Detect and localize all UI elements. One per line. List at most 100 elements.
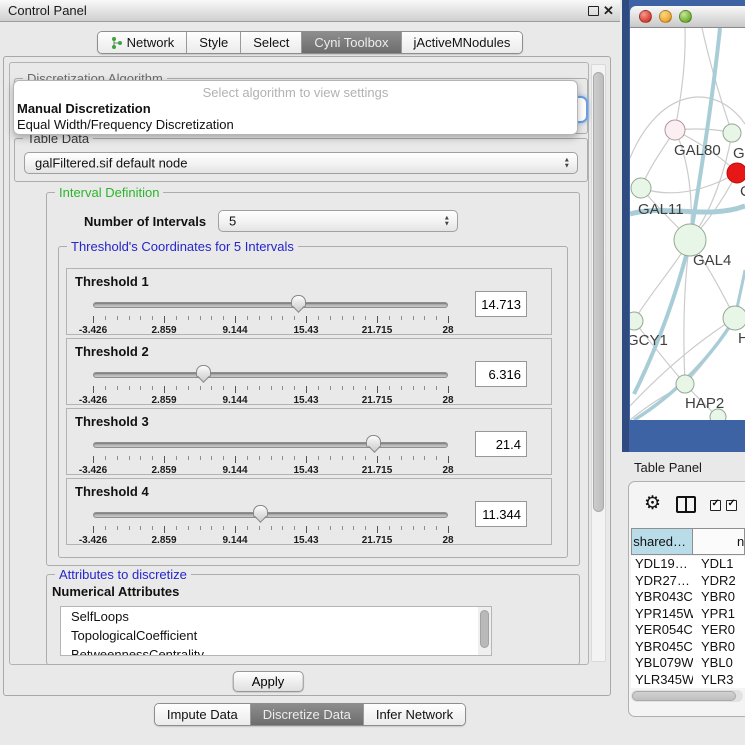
network-edge[interactable] <box>675 28 685 130</box>
table-row[interactable]: YDR27…YDR2 <box>631 573 745 590</box>
attributes-group-label: Attributes to discretize <box>55 567 191 582</box>
cell-name[interactable]: YPR1 <box>693 606 745 623</box>
mode-tab-label: Discretize Data <box>263 707 351 722</box>
numerical-attributes-list[interactable]: SelfLoopsTopologicalCoefficientBetweenne… <box>60 606 492 656</box>
scale-label: 9.144 <box>222 465 247 476</box>
cell-name[interactable]: YBR0 <box>693 589 745 606</box>
tick-mark <box>105 456 106 460</box>
GAL11-node[interactable] <box>631 178 651 198</box>
attribute-item-topologicalcoefficient[interactable]: TopologicalCoefficient <box>61 626 491 645</box>
table-row[interactable]: YBL079WYBL0 <box>631 655 745 672</box>
threshold-value-field-4[interactable] <box>475 501 527 527</box>
slider-track[interactable] <box>93 442 448 448</box>
number-of-intervals-value: 5 <box>229 214 236 229</box>
threshold-value-field-3[interactable] <box>475 431 527 457</box>
slider-scale-labels: -3.4262.8599.14415.4321.71528 <box>93 325 448 335</box>
algorithm-option-manual[interactable]: Manual Discretization <box>17 101 151 116</box>
cell-shared-name[interactable]: YDL19… <box>631 556 693 573</box>
slider-thumb[interactable] <box>253 505 268 518</box>
cell-name[interactable]: YDL1 <box>693 556 745 573</box>
tab-select[interactable]: Select <box>240 32 301 53</box>
mode-tab-discretize-data[interactable]: Discretize Data <box>250 704 363 725</box>
cell-shared-name[interactable]: YPR145W <box>631 606 693 623</box>
cell-name[interactable]: YER0 <box>693 622 745 639</box>
tick-mark <box>294 386 295 390</box>
cell-name[interactable]: YBL0 <box>693 655 745 672</box>
column-header-shared-name[interactable]: shared… <box>631 528 693 555</box>
table-data-combobox[interactable]: galFiltered.sif default node ▲▼ <box>24 152 578 174</box>
cell-name[interactable]: YDR2 <box>693 573 745 590</box>
table-row[interactable]: YER054CYER0 <box>631 622 745 639</box>
threshold-slider-3[interactable]: -3.4262.8599.14415.4321.71528 <box>93 435 448 473</box>
tick-mark <box>235 316 236 323</box>
tab-cyni-toolbox[interactable]: Cyni Toolbox <box>301 32 400 53</box>
threshold-value-field-1[interactable] <box>475 291 527 317</box>
tick-mark <box>164 316 165 323</box>
table-row[interactable]: YBR045CYBR0 <box>631 639 745 656</box>
tick-mark <box>294 316 295 320</box>
slider-thumb[interactable] <box>366 435 381 448</box>
threshold-slider-1[interactable]: -3.4262.8599.14415.4321.71528 <box>93 295 448 333</box>
GCY1-node[interactable] <box>630 312 643 330</box>
checkbox-icon[interactable] <box>710 500 721 511</box>
tab-jactivemnodules[interactable]: jActiveMNodules <box>401 32 523 53</box>
network-view-window[interactable]: GAL80GCGAL11GAL4GCY1HHAP2 <box>622 0 745 452</box>
tick-mark <box>282 456 283 460</box>
gear-icon[interactable]: ⚙ <box>644 492 661 515</box>
network-window-titlebar[interactable] <box>630 6 745 28</box>
table-row[interactable]: YDL19…YDL1 <box>631 556 745 573</box>
cell-shared-name[interactable]: YER054C <box>631 622 693 639</box>
table-horizontal-scrollbar-thumb[interactable] <box>632 691 736 701</box>
slider-track[interactable] <box>93 512 448 518</box>
tick-mark <box>129 456 130 460</box>
scale-label: 9.144 <box>222 325 247 336</box>
algorithm-placeholder-item[interactable]: Select algorithm to view settings <box>14 85 577 100</box>
H-node[interactable] <box>723 306 745 330</box>
tick-mark <box>117 386 118 390</box>
mac-minimize-icon[interactable] <box>659 10 672 23</box>
tab-network[interactable]: Network <box>98 32 187 53</box>
cell-shared-name[interactable]: YLR345W <box>631 672 693 689</box>
slider-thumb[interactable] <box>291 295 306 308</box>
mac-close-icon[interactable] <box>639 10 652 23</box>
attribute-item-selfloops[interactable]: SelfLoops <box>61 607 491 626</box>
HAP2-node[interactable] <box>676 375 694 393</box>
panel-vertical-scrollbar-thumb[interactable] <box>593 72 604 512</box>
mode-tab-infer-network[interactable]: Infer Network <box>363 704 465 725</box>
cell-shared-name[interactable]: YDR27… <box>631 573 693 590</box>
mac-zoom-icon[interactable] <box>679 10 692 23</box>
network-canvas[interactable]: GAL80GCGAL11GAL4GCY1HHAP2 <box>630 28 745 420</box>
threshold-slider-4[interactable]: -3.4262.8599.14415.4321.71528 <box>93 505 448 543</box>
tick-mark <box>129 526 130 530</box>
split-view-icon[interactable] <box>676 496 696 513</box>
column-header-name[interactable]: na <box>693 528 745 555</box>
tick-mark <box>223 386 224 390</box>
table-row[interactable]: YPR145WYPR1 <box>631 606 745 623</box>
apply-button[interactable]: Apply <box>233 671 304 692</box>
threshold-slider-2[interactable]: -3.4262.8599.14415.4321.71528 <box>93 365 448 403</box>
right-edge-node[interactable] <box>723 124 741 142</box>
cell-shared-name[interactable]: YBR045C <box>631 639 693 656</box>
cell-name[interactable]: YLR3 <box>693 672 745 689</box>
mode-tab-impute-data[interactable]: Impute Data <box>155 704 250 725</box>
checkbox-icon[interactable] <box>726 500 737 511</box>
red-node[interactable] <box>727 163 745 183</box>
slider-thumb[interactable] <box>196 365 211 378</box>
attribute-item-betweennesscentrality[interactable]: BetweennessCentrality <box>61 645 491 656</box>
cell-shared-name[interactable]: YBR043C <box>631 589 693 606</box>
table-row[interactable]: YLR345WYLR3 <box>631 672 745 689</box>
tick-mark <box>448 386 449 393</box>
close-icon[interactable]: ✕ <box>603 3 614 19</box>
tab-style[interactable]: Style <box>186 32 240 53</box>
algorithm-option-equal-width[interactable]: Equal Width/Frequency Discretization <box>17 117 234 132</box>
float-window-icon[interactable] <box>588 6 599 16</box>
GAL80-node[interactable] <box>665 120 685 140</box>
number-of-intervals-combobox[interactable]: 5 ▲▼ <box>218 210 458 232</box>
cell-shared-name[interactable]: YBL079W <box>631 655 693 672</box>
attributes-list-scrollbar-thumb[interactable] <box>480 610 489 648</box>
threshold-value-field-2[interactable] <box>475 361 527 387</box>
table-row[interactable]: YBR043CYBR0 <box>631 589 745 606</box>
slider-track[interactable] <box>93 372 448 378</box>
cell-name[interactable]: YBR0 <box>693 639 745 656</box>
slider-track[interactable] <box>93 302 448 308</box>
